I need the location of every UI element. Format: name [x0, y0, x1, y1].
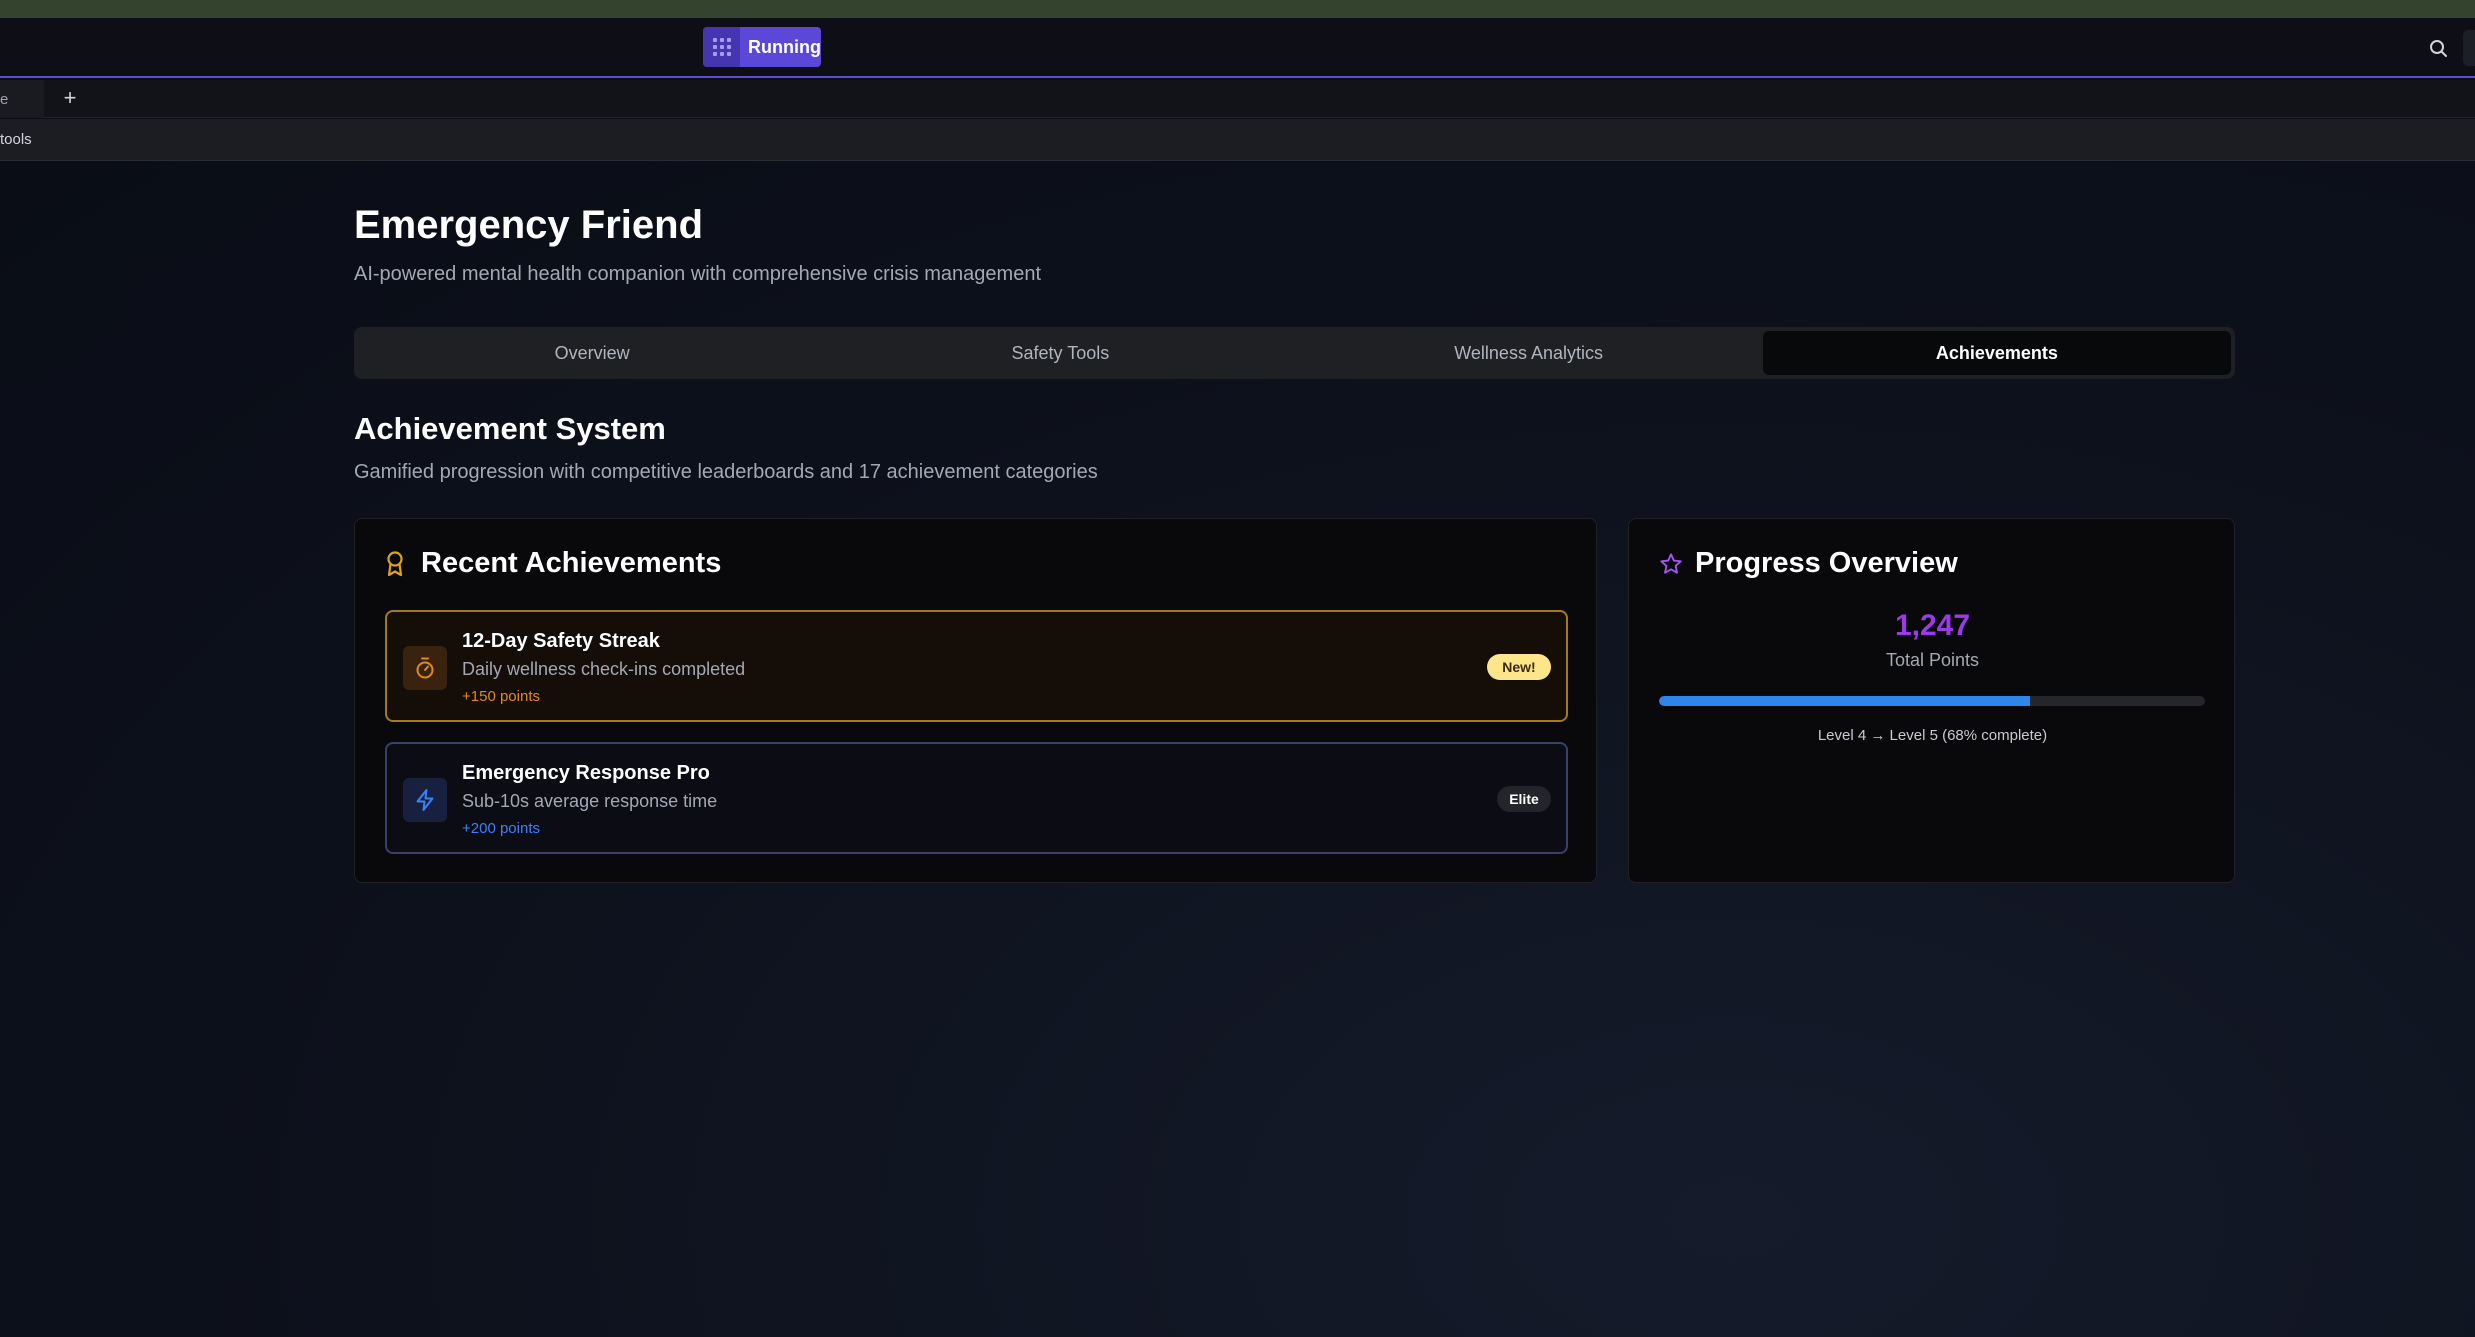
section-subtitle: Gamified progression with competitive le…: [354, 461, 1098, 483]
progress-overview-heading: Progress Overview: [1659, 547, 1958, 580]
status-badge: Elite: [1497, 786, 1551, 812]
achievement-description: Daily wellness check-ins completed: [462, 659, 746, 679]
status-badge: New!: [1487, 654, 1551, 680]
window-top-strip: [0, 0, 2475, 18]
browser-tab-label: e: [0, 90, 9, 108]
timer-icon: [403, 646, 447, 690]
tab-achievements[interactable]: Achievements: [1762, 331, 2231, 375]
progress-overview-card: Progress Overview 1,247 Total Points Lev…: [1628, 518, 2235, 883]
tab-wellness-analytics[interactable]: Wellness Analytics: [1295, 331, 1763, 375]
top-bar: Running: [0, 18, 2475, 78]
level-progress-fill: [1659, 696, 2031, 706]
tools-bar: tools: [0, 119, 2475, 161]
achievement-name: Emergency Response Pro: [462, 762, 710, 784]
section-title: Achievement System: [354, 411, 666, 446]
app-content: Emergency Friend AI-powered mental healt…: [0, 162, 2475, 1337]
tab-overview[interactable]: Overview: [358, 331, 826, 375]
achievement-description: Sub-10s average response time: [462, 791, 718, 811]
browser-tab-bar: e +: [0, 80, 2475, 118]
recent-achievements-heading: Recent Achievements: [385, 547, 721, 580]
panel-edge: [2463, 30, 2475, 66]
star-icon: [1659, 550, 1683, 578]
achievement-points: +150 points: [462, 688, 540, 705]
browser-tab[interactable]: e: [0, 80, 44, 118]
total-points-label: Total Points: [1885, 650, 1980, 670]
new-tab-button[interactable]: +: [58, 86, 82, 110]
recent-achievements-card: Recent Achievements 12-Day Safety Streak…: [354, 518, 1597, 883]
achievement-name: 12-Day Safety Streak: [462, 630, 660, 652]
running-status-label: Running: [748, 36, 821, 57]
level-progress-text: Level 4 → Level 5 (68% complete): [1817, 727, 2048, 744]
main-tabs: Overview Safety Tools Wellness Analytics…: [354, 327, 2235, 379]
grid-icon: [703, 27, 741, 67]
page-title: Emergency Friend: [354, 203, 704, 247]
tools-label[interactable]: tools: [0, 131, 32, 148]
achievement-item[interactable]: 12-Day Safety Streak Daily wellness chec…: [385, 610, 1568, 722]
recent-achievements-title: Recent Achievements: [421, 547, 722, 579]
total-points-value: 1,247: [1894, 609, 1971, 642]
progress-overview-title: Progress Overview: [1695, 547, 1958, 579]
running-status-button[interactable]: Running: [703, 27, 821, 67]
lightning-icon: [403, 778, 447, 822]
tab-safety-tools[interactable]: Safety Tools: [826, 331, 1294, 375]
level-progress-bar: [1659, 696, 2205, 706]
page-subtitle: AI-powered mental health companion with …: [354, 263, 1042, 285]
achievement-item[interactable]: Emergency Response Pro Sub-10s average r…: [385, 742, 1568, 854]
achievement-points: +200 points: [462, 820, 540, 837]
search-icon[interactable]: [2426, 36, 2450, 60]
award-icon: [385, 550, 409, 578]
